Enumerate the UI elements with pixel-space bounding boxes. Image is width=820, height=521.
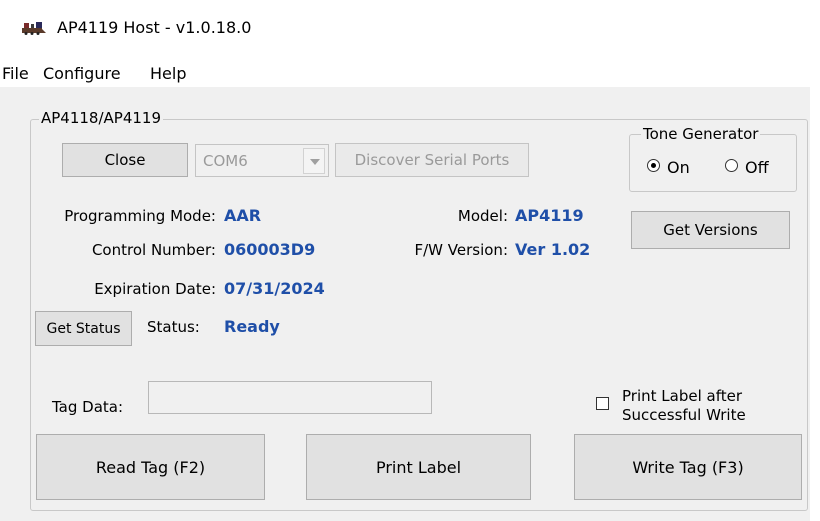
discover-serial-ports-button[interactable]: Discover Serial Ports (335, 143, 529, 177)
programming-mode-label: Programming Mode: (64, 207, 216, 225)
title-bar: AP4119 Host - v1.0.18.0 (0, 0, 810, 50)
get-versions-button[interactable]: Get Versions (631, 211, 790, 249)
print-label-button[interactable]: Print Label (306, 434, 531, 500)
tone-on-radio[interactable] (647, 159, 660, 172)
get-status-button[interactable]: Get Status (35, 311, 132, 346)
fw-version-label: F/W Version: (414, 241, 509, 259)
fw-version-value: Ver 1.02 (515, 240, 591, 259)
tone-on-label: On (667, 158, 690, 177)
close-button-label: Close (104, 151, 146, 169)
write-tag-button[interactable]: Write Tag (F3) (574, 434, 802, 500)
print-after-write-line1: Print Label after (622, 387, 742, 405)
read-tag-button[interactable]: Read Tag (F2) (36, 434, 265, 500)
tag-data-label: Tag Data: (52, 398, 124, 416)
control-number-label: Control Number: (91, 241, 216, 259)
control-number-value: 060003D9 (224, 240, 316, 259)
status-value: Ready (224, 317, 280, 336)
print-label-label: Print Label (375, 457, 462, 477)
read-tag-label: Read Tag (F2) (95, 457, 206, 477)
model-label: Model: (457, 207, 508, 225)
menu-bar: File Configure Help (0, 50, 810, 87)
tone-generator-legend: Tone Generator (641, 125, 761, 143)
print-after-write-label: Print Label after Successful Write (622, 387, 746, 425)
discover-serial-ports-label: Discover Serial Ports (354, 151, 510, 169)
close-button[interactable]: Close (62, 143, 188, 177)
locomotive-icon (22, 22, 46, 35)
device-group-legend: AP4118/AP4119 (39, 109, 164, 127)
write-tag-label: Write Tag (F3) (632, 457, 744, 477)
window-title: AP4119 Host - v1.0.18.0 (57, 18, 252, 37)
programming-mode-value: AAR (224, 206, 262, 225)
expiration-date-value: 07/31/2024 (224, 279, 325, 298)
chevron-down-icon (310, 159, 320, 165)
app-window: AP4119 Host - v1.0.18.0 File Configure H… (0, 0, 810, 521)
main-panel: AP4118/AP4119 Close COM6 Discover Serial… (10, 87, 810, 521)
print-after-write-checkbox[interactable] (596, 397, 609, 410)
get-status-label: Get Status (46, 320, 121, 337)
get-versions-label: Get Versions (663, 221, 758, 239)
com-port-value: COM6 (203, 152, 248, 170)
tag-data-field[interactable] (148, 381, 432, 414)
com-port-dropdown-button[interactable] (303, 148, 325, 174)
expiration-date-label: Expiration Date: (94, 280, 216, 298)
tone-off-label: Off (745, 158, 769, 177)
menu-file[interactable]: File (2, 64, 29, 83)
model-value: AP4119 (515, 206, 584, 225)
com-port-select[interactable]: COM6 (195, 144, 329, 177)
print-after-write-line2: Successful Write (622, 406, 746, 424)
menu-help[interactable]: Help (150, 64, 186, 83)
status-label: Status: (147, 318, 200, 336)
menu-configure[interactable]: Configure (43, 64, 121, 83)
tone-off-radio[interactable] (725, 159, 738, 172)
